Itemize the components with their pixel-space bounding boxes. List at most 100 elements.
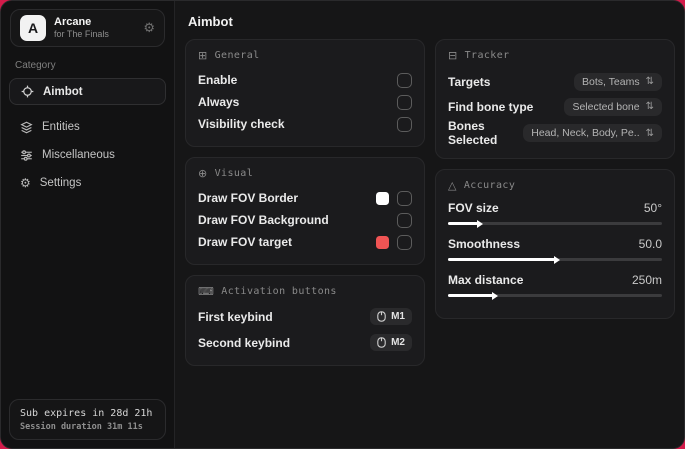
fov-border-color-swatch[interactable]: [376, 191, 389, 205]
slider-thumb[interactable]: [476, 219, 483, 228]
app-subtitle: for The Finals: [54, 29, 109, 40]
smoothness-slider[interactable]: [448, 255, 662, 264]
section-title: Visual: [214, 168, 254, 179]
section-title: Tracker: [464, 50, 510, 61]
always-checkbox[interactable]: [397, 94, 412, 110]
slider-value: 250m: [631, 273, 662, 287]
setting-label: Bones Selected: [448, 119, 498, 147]
app-name: Arcane: [54, 15, 92, 28]
setting-label: Draw FOV Border: [198, 191, 299, 205]
app-window: A Arcane for The Finals ⚙ Category Aimbo…: [0, 0, 685, 449]
chevron-updown-icon: ⇅: [645, 127, 654, 139]
app-header-card: A Arcane for The Finals ⚙: [10, 9, 165, 47]
chevron-updown-icon: ⇅: [645, 101, 654, 112]
setting-label: Second keybind: [198, 335, 291, 350]
tracker-icon: ⊟: [448, 49, 458, 62]
setting-row: FOV size 50°: [448, 199, 662, 228]
slider-value: 50.0: [638, 237, 662, 251]
sub-expiry-text: Sub expires in 28d 21h: [20, 408, 153, 419]
app-logo: A: [20, 15, 46, 41]
setting-label: Visibility check: [198, 117, 285, 131]
setting-row: Smoothness 50.0: [448, 235, 662, 264]
setting-row: Find bone type Selected bone ⇅: [448, 94, 662, 119]
mouse-icon: [377, 337, 386, 348]
crosshair-icon: [21, 85, 34, 98]
slider-value: 50°: [643, 201, 662, 215]
keybind-value: M2: [391, 337, 405, 348]
setting-row: First keybind M1: [198, 305, 412, 328]
draw-fov-border-checkbox[interactable]: [397, 190, 412, 206]
sidebar: A Arcane for The Finals ⚙ Category Aimbo…: [1, 1, 175, 448]
setting-row: Second keybind M2: [198, 331, 412, 354]
fov-size-slider[interactable]: [448, 219, 662, 228]
sidebar-item-label: Entities: [42, 121, 80, 133]
setting-row: Enable: [198, 69, 412, 91]
category-label: Category: [15, 60, 56, 71]
max-distance-slider[interactable]: [448, 291, 662, 300]
page-title: Aimbot: [188, 14, 233, 29]
accuracy-icon: △: [448, 179, 457, 192]
tracker-card: ⊟ Tracker Targets Bots, Teams ⇅ Find bon…: [435, 39, 675, 159]
sidebar-item-label: Settings: [39, 177, 82, 189]
setting-row: Targets Bots, Teams ⇅: [448, 69, 662, 94]
section-title: General: [214, 50, 260, 61]
general-icon: ⊞: [198, 49, 208, 62]
visual-icon: ⊕: [198, 167, 208, 180]
sliders-icon: [20, 149, 33, 162]
main-panel: Aimbot ⊞ General Enable Always Visibilit…: [175, 1, 684, 448]
chevron-updown-icon: ⇅: [645, 76, 654, 87]
section-title: Accuracy: [463, 180, 516, 191]
setting-label: First keybind: [198, 309, 273, 324]
accuracy-card: △ Accuracy FOV size 50° Smoothness 50.0 …: [435, 169, 675, 319]
keybind-value: M1: [391, 311, 405, 322]
gear-icon[interactable]: ⚙: [143, 21, 155, 36]
bones-selected-select[interactable]: Head, Neck, Body, Pe.. ⇅: [523, 124, 662, 142]
session-duration-text: Session duration 31m 11s: [20, 422, 143, 432]
sidebar-item-miscellaneous[interactable]: Miscellaneous: [1, 141, 174, 169]
setting-label: Targets: [448, 74, 491, 89]
setting-label: Max distance: [448, 273, 524, 287]
setting-row: Draw FOV Background: [198, 209, 412, 231]
setting-label: Smoothness: [448, 237, 521, 251]
setting-row: Max distance 250m: [448, 271, 662, 300]
setting-row: Draw FOV Border: [198, 187, 412, 209]
select-value: Selected bone: [572, 100, 640, 113]
setting-label: Find bone type: [448, 99, 534, 114]
find-bone-type-select[interactable]: Selected bone ⇅: [564, 97, 662, 116]
activation-card: ⌨ Activation buttons First keybind M1 Se…: [185, 275, 425, 366]
setting-label: FOV size: [448, 201, 499, 215]
sidebar-item-entities[interactable]: Entities: [1, 113, 174, 141]
enable-checkbox[interactable]: [397, 72, 412, 88]
keyboard-icon: ⌨: [198, 285, 215, 298]
targets-select[interactable]: Bots, Teams ⇅: [574, 72, 662, 91]
second-keybind-button[interactable]: M2: [370, 334, 412, 351]
setting-label: Always: [198, 95, 240, 109]
sidebar-item-label: Aimbot: [43, 85, 83, 98]
visual-card: ⊕ Visual Draw FOV Border Draw FOV Backgr…: [185, 157, 425, 265]
first-keybind-button[interactable]: M1: [370, 308, 412, 325]
slider-thumb[interactable]: [491, 291, 498, 300]
select-value: Head, Neck, Body, Pe..: [531, 127, 640, 139]
setting-row: Draw FOV target: [198, 231, 412, 253]
sidebar-item-settings[interactable]: ⚙ Settings: [1, 169, 174, 197]
visibility-check-checkbox[interactable]: [397, 116, 412, 132]
draw-fov-background-checkbox[interactable]: [397, 212, 412, 228]
mouse-icon: [377, 311, 386, 322]
slider-thumb[interactable]: [554, 255, 560, 264]
sidebar-item-aimbot[interactable]: Aimbot: [9, 78, 166, 105]
setting-row: Bones Selected Head, Neck, Body, Pe.. ⇅: [448, 119, 662, 147]
setting-row: Visibility check: [198, 113, 412, 135]
select-value: Bots, Teams: [582, 75, 640, 88]
settings-gear-icon: ⚙: [20, 176, 31, 190]
setting-row: Always: [198, 91, 412, 113]
entities-icon: [20, 121, 33, 134]
general-card: ⊞ General Enable Always Visibility check: [185, 39, 425, 147]
setting-label: Draw FOV Background: [198, 213, 329, 227]
subscription-box: Sub expires in 28d 21h Session duration …: [9, 399, 166, 440]
setting-label: Draw FOV target: [198, 235, 293, 249]
section-title: Activation buttons: [221, 286, 337, 297]
sidebar-item-label: Miscellaneous: [42, 149, 115, 161]
fov-target-color-swatch[interactable]: [376, 235, 389, 249]
draw-fov-target-checkbox[interactable]: [397, 234, 412, 250]
setting-label: Enable: [198, 73, 238, 87]
